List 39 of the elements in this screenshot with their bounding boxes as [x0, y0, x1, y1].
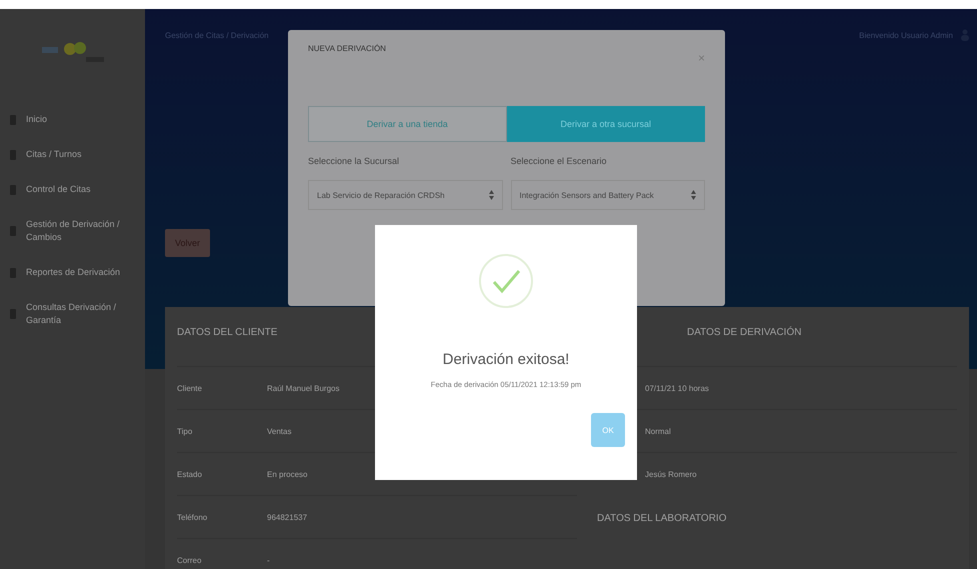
sort-icon — [691, 190, 696, 200]
tab[interactable]: Derivar a una tienda — [308, 106, 506, 142]
tab[interactable]: Derivar a otra sucursal — [506, 106, 705, 142]
field-label: Teléfono — [177, 512, 208, 522]
sidebar-item[interactable]: Citas / Turnos — [0, 144, 145, 165]
field-label: Correo — [177, 556, 202, 564]
section-title: DATOS DEL CLIENTE — [177, 327, 278, 338]
field-label: Tipo — [177, 426, 194, 436]
field-value: 964821537 — [267, 512, 308, 522]
select-field[interactable]: Lab Servicio de Reparación CRDSh — [308, 180, 502, 210]
sidebar-item-label: Control de Citas — [26, 183, 92, 196]
modal-title: NUEVA DERIVACIÓN — [308, 44, 386, 55]
sidebar-item-label: Consultas Derivación / Garantía — [26, 301, 118, 327]
check-icon — [478, 253, 534, 309]
field-label: Cliente — [177, 384, 203, 392]
field-label: Seleccione el Escenario — [510, 156, 608, 166]
field-value: Ventas — [267, 426, 292, 436]
field-label: Seleccione la Sucursal — [308, 156, 400, 166]
dialog-title: Derivación exitosa! — [442, 351, 570, 368]
sort-icon — [488, 190, 494, 200]
sidebar-item[interactable]: Inicio — [0, 109, 145, 130]
field-value: Normal — [645, 426, 671, 436]
sidebar-item[interactable]: Reportes de Derivación — [0, 262, 145, 283]
sidebar-item-label: Inicio — [26, 113, 48, 126]
sidebar-item-label: Reportes de Derivación — [26, 266, 122, 279]
section-title: DATOS DE DERIVACIÓN — [687, 327, 802, 338]
sidebar-item[interactable]: Consultas Derivación / Garantía — [0, 297, 145, 331]
field-value: - — [267, 556, 270, 564]
field-value: 07/11/21 10 horas — [645, 384, 709, 392]
field-label: Estado — [177, 470, 203, 478]
sidebar-item-label: Gestión de Derivación / Cambios — [26, 218, 121, 244]
select-field[interactable]: Integración Sensors and Battery Pack — [510, 180, 705, 210]
field-value: Raúl Manuel Burgos — [267, 384, 340, 392]
sidebar-item[interactable]: Gestión de Derivación / Cambios — [0, 214, 145, 248]
sidebar-item[interactable]: Control de Citas — [0, 179, 145, 200]
section-title: DATOS DEL LABORATORIO — [597, 513, 726, 524]
field-value: Jesús Romero — [645, 470, 697, 478]
field-value: En proceso — [267, 470, 308, 478]
sidebar-item-label: Citas / Turnos — [26, 148, 83, 161]
